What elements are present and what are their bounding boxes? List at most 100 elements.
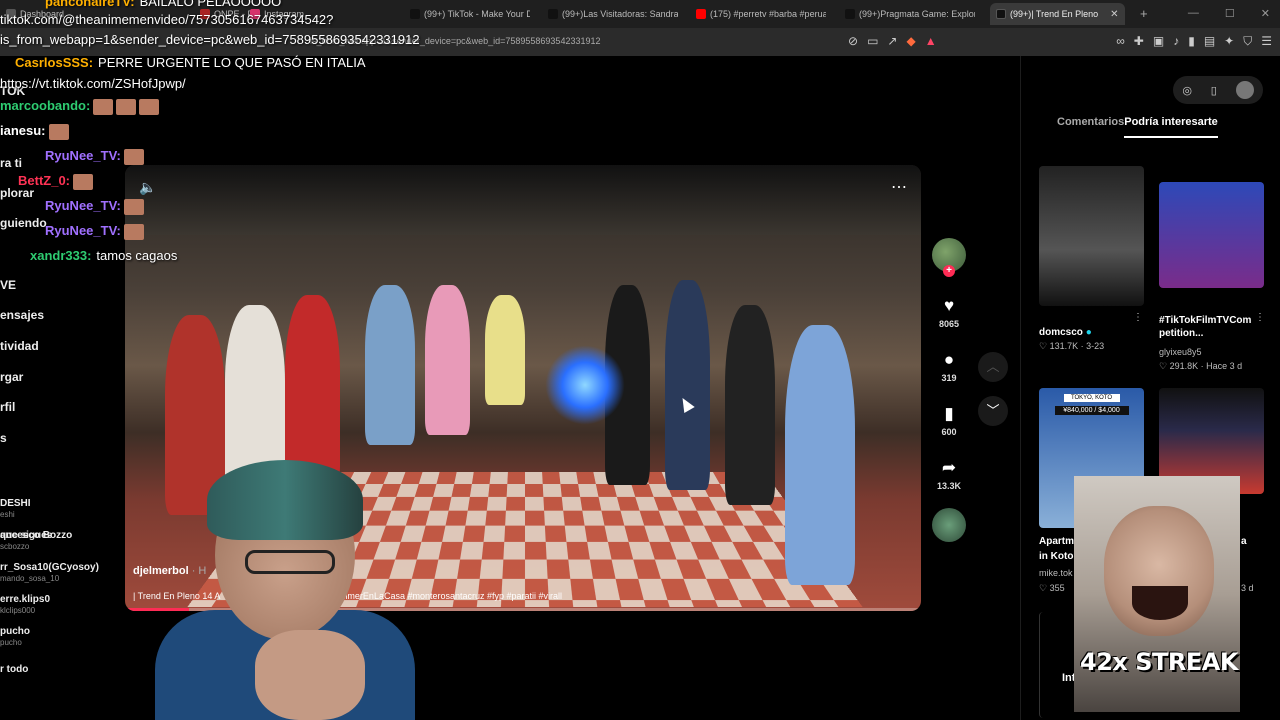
volume-icon[interactable]: 🔈 [139, 179, 156, 196]
browser-tab[interactable]: (99+)Las Visitadoras: Sandra, l [548, 5, 678, 23]
browser-tab[interactable]: Dashboard [6, 5, 76, 23]
previous-video-button[interactable]: ︿ [978, 352, 1008, 382]
rewards-icon[interactable]: ▲ [925, 34, 937, 48]
card-more-icon[interactable]: ⋮ [1255, 312, 1265, 323]
video-person [285, 295, 340, 485]
video-thumbnail-heroes[interactable] [1159, 182, 1264, 288]
share-arrow-icon: ➦ [941, 458, 957, 477]
sidebar-nav-item[interactable]: tividad [0, 339, 39, 353]
user-avatar-icon[interactable] [1235, 81, 1254, 99]
address-url[interactable]: is_from_webapp=1&sender_device=pc&web_id… [310, 36, 600, 46]
sidebar-nav-item[interactable]: ensajes [0, 308, 44, 322]
wallet2-icon[interactable]: ▤ [1204, 34, 1215, 49]
like-button[interactable]: ♥ 8065 [928, 296, 970, 329]
card-title[interactable]: Apartm [1039, 536, 1074, 547]
card-title[interactable]: #TikTokFilmTVCom petition... [1159, 314, 1254, 340]
card-author-handle[interactable]: mike.tok [1039, 568, 1073, 578]
browser-tab[interactable]: ONPE - PRESENTACIÓN DE R [200, 5, 255, 23]
chat-message-text: PERRE URGENTE LO QUE PASÓ EN ITALIA [98, 55, 366, 70]
card-more-icon[interactable]: ⋮ [1133, 312, 1143, 323]
follow-plus-icon[interactable]: + [943, 265, 955, 277]
sidebar-nav-item[interactable]: rgar [0, 370, 23, 384]
sidebar-nav-item[interactable]: s [0, 431, 7, 445]
laughing-mouth [1132, 586, 1188, 620]
following-account-name[interactable]: pucho [0, 626, 30, 637]
share-icon[interactable]: ↗ [887, 34, 897, 48]
browser-tab[interactable]: (99+)Pragmata Game: Explore [845, 5, 975, 23]
video-light-glow [545, 345, 625, 425]
card-author[interactable]: domcsco ● [1039, 327, 1092, 338]
tab-favicon-icon [200, 9, 210, 19]
sidebar-nav-item[interactable]: ra ti [0, 156, 22, 170]
following-account-name[interactable]: DESHI [0, 498, 31, 509]
no-camera-icon[interactable]: ⊘ [848, 34, 858, 48]
sidebar-icon[interactable]: ▮ [1188, 34, 1195, 49]
card-author-handle[interactable]: glyixeu8y5 [1159, 347, 1202, 357]
shield-icon[interactable]: ⛉ [1243, 34, 1252, 49]
extensions-icon[interactable]: ✚ [1134, 34, 1144, 49]
video-person [785, 325, 855, 585]
card-title-line2[interactable]: in Koto [1039, 551, 1073, 562]
menu-icon[interactable]: ☰ [1261, 34, 1272, 49]
tab-comentarios[interactable]: Comentarios [1057, 116, 1124, 138]
video-person [725, 305, 775, 505]
tab-label: ONPE - PRESENTACIÓN DE R [214, 9, 255, 19]
address-bar: is_from_webapp=1&sender_device=pc&web_id… [0, 28, 1280, 56]
wallet-icon[interactable]: ▣ [1153, 34, 1164, 49]
toolbar-icons: ∞ ✚ ▣ ♪ ▮ ▤ ✦ ⛉ ☰ [1116, 34, 1272, 49]
card-title[interactable]: a [1241, 536, 1247, 547]
share-count: 13.3K [936, 481, 962, 491]
card-author-name[interactable]: domcsco [1039, 327, 1083, 338]
close-window-icon[interactable]: ✕ [1261, 7, 1270, 20]
address-icons: ⊘ ▭ ↗ ◆ ▲ [848, 34, 937, 48]
tab-active[interactable]: (99+)| Trend En Pleno ✕ [990, 3, 1125, 25]
comment-button[interactable]: ● 319 [928, 350, 970, 383]
browser-tab[interactable]: Instagram [250, 5, 310, 23]
following-account-name[interactable]: erre.klips0 [0, 594, 50, 605]
browser-tab[interactable]: (175) #perretv #barba #perua [696, 5, 826, 23]
tab-favicon-icon [845, 9, 855, 19]
save-button[interactable]: ▮ 600 [928, 404, 970, 437]
save-count: 600 [941, 427, 957, 437]
thumb-label: TOKYO, KOTO [1063, 394, 1120, 402]
video-thumbnail-car[interactable] [1039, 166, 1144, 306]
music-disc-icon[interactable] [932, 508, 966, 542]
following-account-name[interactable]: rr_Sosa10(GCyosoy) [0, 562, 99, 573]
next-video-button[interactable]: ﹀ [978, 396, 1008, 426]
tiktok-sidebar: TOK ra ti plorar guiendo VE ensajes tividad rga… [0, 56, 125, 720]
see-all-link[interactable]: r todo [0, 664, 28, 675]
new-tab-icon[interactable]: + [1140, 6, 1148, 21]
panel-tabs: Comentarios Podría interesarte [1057, 116, 1218, 138]
following-account-name[interactable]: ancesco Bozzo [0, 530, 72, 541]
vpn-icon[interactable]: ∞ [1116, 34, 1125, 49]
share-button[interactable]: ➦ 13.3K [928, 458, 970, 491]
tab-label: (99+)Las Visitadoras: Sandra, l [562, 9, 678, 19]
tab-favicon-icon [410, 9, 420, 19]
tab-podria-interesarte[interactable]: Podría interesarte [1124, 116, 1218, 138]
chat-emote-icon [139, 98, 160, 115]
following-account-handle: mando_sosa_10 [0, 574, 60, 583]
compass-icon[interactable]: ◎ [1182, 84, 1192, 97]
music-icon[interactable]: ♪ [1173, 34, 1179, 49]
more-options-icon[interactable]: ⋯ [891, 177, 907, 197]
maximize-icon[interactable]: ☐ [1225, 7, 1235, 20]
thumb-price: ¥840,000 / $4,000 [1054, 406, 1129, 415]
ai-icon[interactable]: ✦ [1224, 34, 1234, 49]
comment-count: 319 [941, 373, 957, 383]
sidebar-nav-item[interactable]: guiendo [0, 216, 47, 230]
card-meta: ♡ 291.8K · Hace 3 d [1159, 361, 1243, 371]
streamer-hair [207, 460, 363, 540]
sidebar-nav-item[interactable]: plorar [0, 186, 34, 200]
sidebar-nav-item[interactable]: TOK [0, 84, 25, 98]
minimize-icon[interactable]: — [1188, 7, 1199, 20]
browser-tab[interactable]: (99+) TikTok - Make Your Day [410, 5, 530, 23]
phone-icon[interactable]: ▯ [1211, 84, 1217, 97]
sidebar-nav-item[interactable]: rfil [0, 400, 15, 414]
tab-label: Instagram [264, 9, 305, 19]
brave-shield-icon[interactable]: ◆ [906, 34, 915, 48]
tab-label: Dashboard [20, 9, 65, 19]
close-tab-icon[interactable]: ✕ [1110, 9, 1118, 20]
tab-active-label: (99+)| Trend En Pleno [1010, 9, 1099, 19]
cast-icon[interactable]: ▭ [867, 34, 878, 48]
sidebar-nav-item[interactable]: VE [0, 278, 16, 292]
